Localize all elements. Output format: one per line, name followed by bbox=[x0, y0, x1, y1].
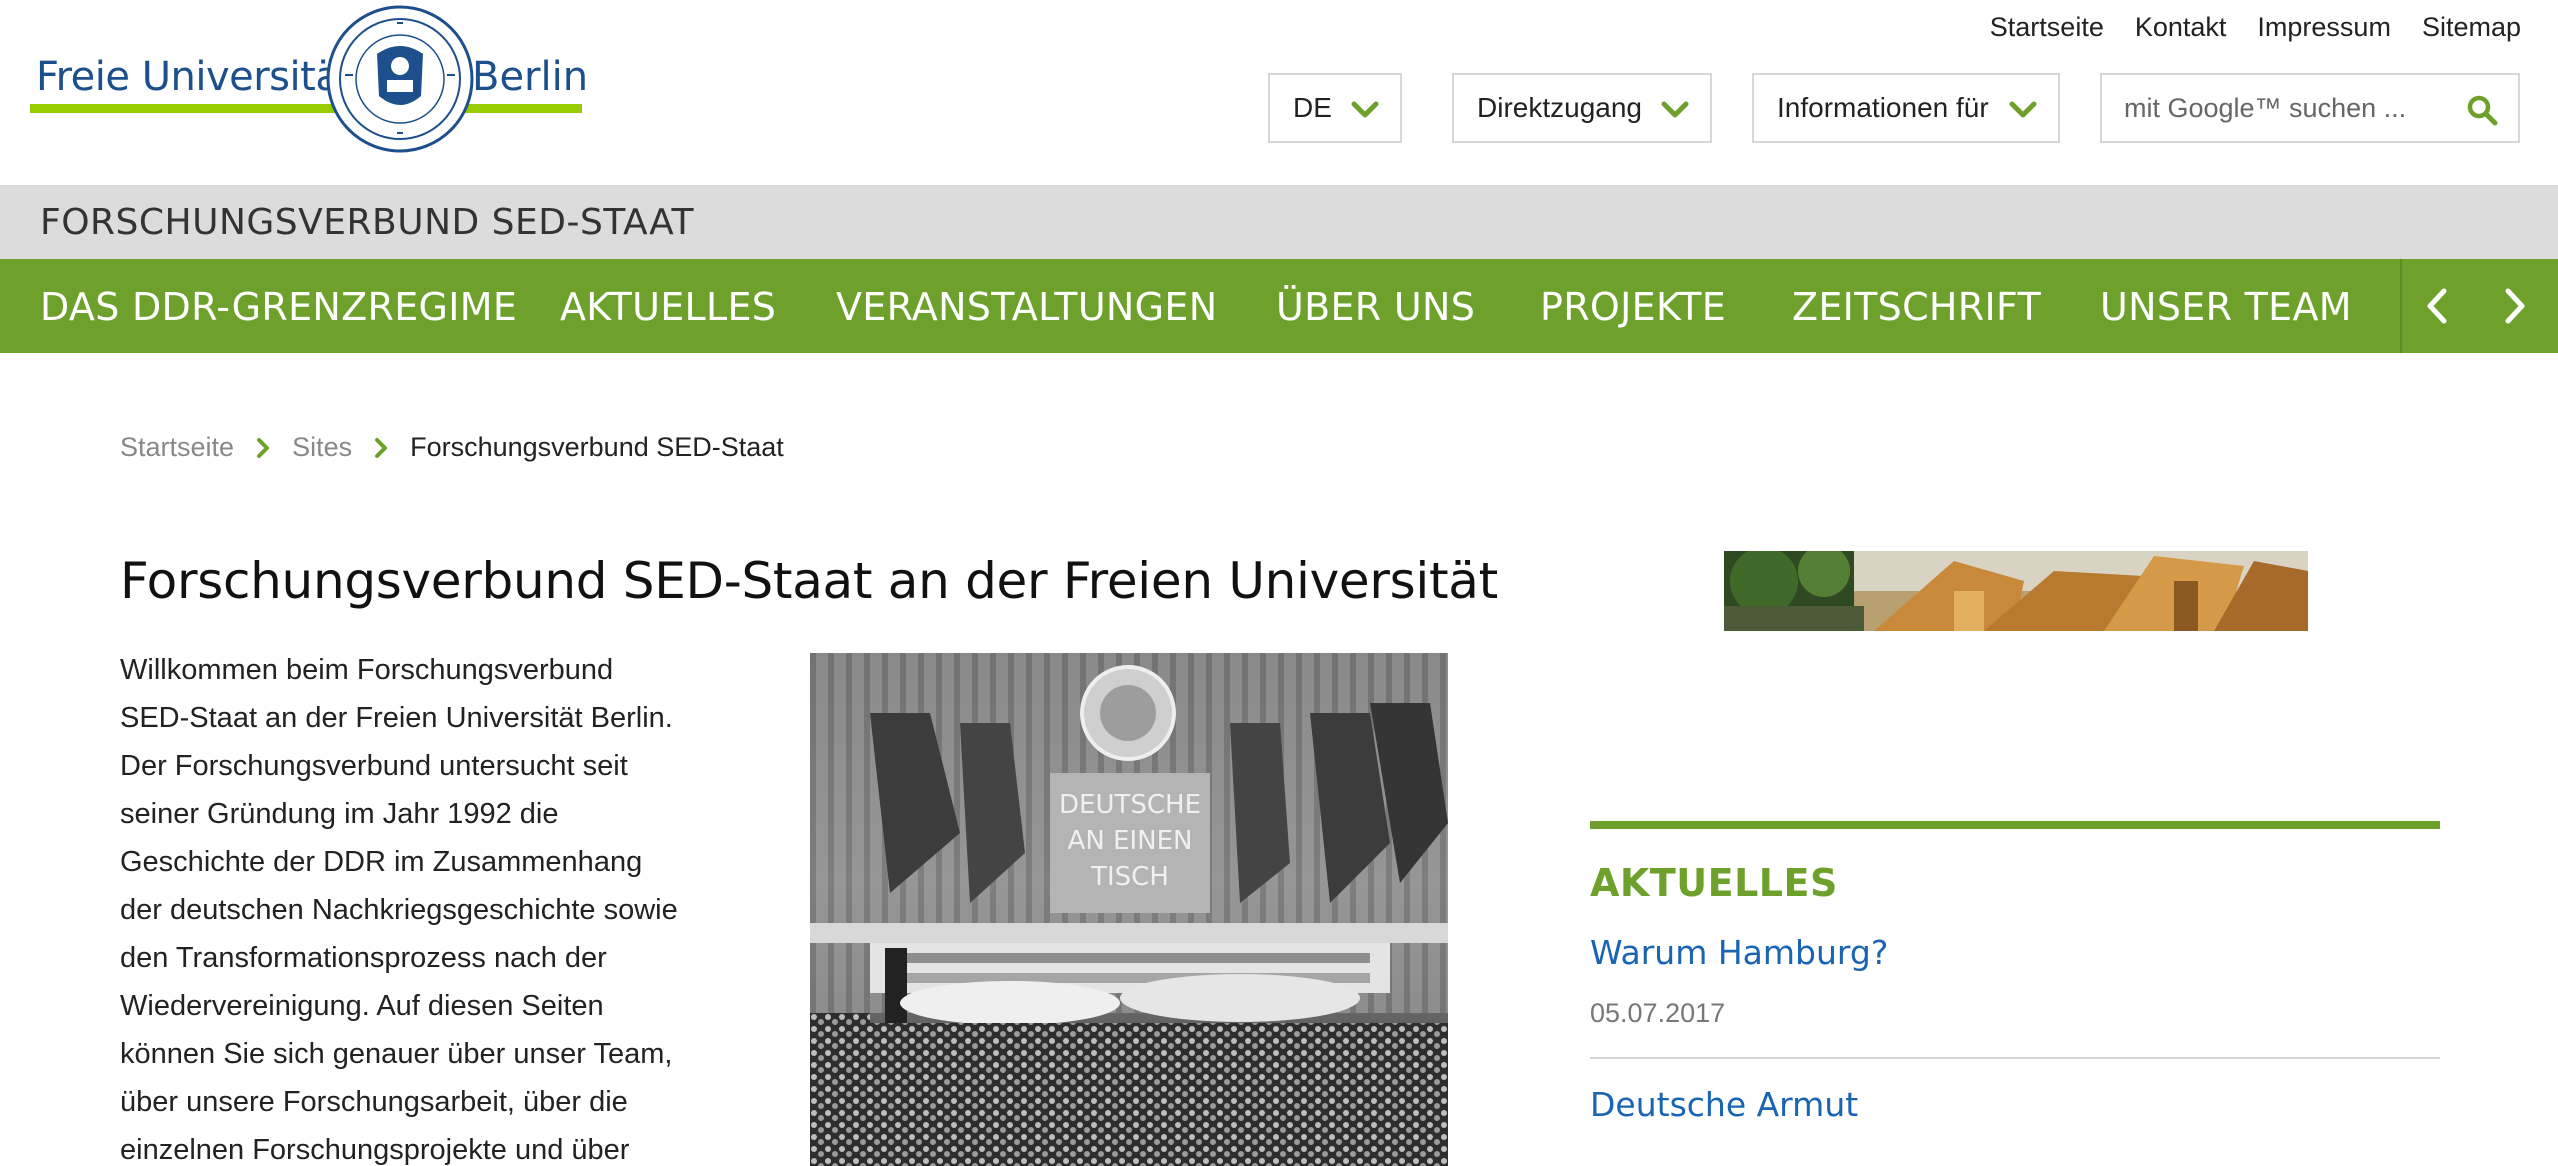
nav-item-veranstaltungen[interactable]: VERANSTALTUNGEN bbox=[836, 285, 1217, 329]
search-icon[interactable] bbox=[2466, 94, 2498, 126]
language-select[interactable]: DE bbox=[1268, 73, 1402, 143]
intro-line: den Transformationsprozess nach der bbox=[120, 942, 607, 974]
breadcrumb-current: Forschungsverbund SED-Staat bbox=[410, 432, 784, 462]
main-navigation: DAS DDR-GRENZREGIME AKTUELLES VERANSTALT… bbox=[0, 259, 2558, 353]
direktzugang-select[interactable]: Direktzugang bbox=[1452, 73, 1712, 143]
news-divider bbox=[1590, 1057, 2440, 1059]
news-item-title[interactable]: Warum Hamburg? bbox=[1590, 933, 2440, 972]
intro-line: Wiedervereinigung. Auf diesen Seiten bbox=[120, 990, 604, 1022]
logo-text-right: Berlin bbox=[472, 54, 589, 100]
news-item-date: 05.07.2017 bbox=[1590, 998, 1726, 1028]
intro-line: Willkommen beim Forschungsverbund bbox=[120, 654, 614, 686]
nav-item-ueber-uns[interactable]: ÜBER UNS bbox=[1276, 285, 1475, 329]
intro-line: können Sie sich genauer über unser Team, bbox=[120, 1038, 673, 1070]
nav-item-projekte[interactable]: PROJEKTE bbox=[1540, 285, 1726, 329]
nav-item-aktuelles[interactable]: AKTUELLES bbox=[560, 285, 776, 329]
search-placeholder: mit Google™ suchen ... bbox=[2124, 92, 2407, 123]
intro-text: Willkommen beim Forschungsverbund SED-St… bbox=[120, 646, 760, 1166]
intro-line: der deutschen Nachkriegsgeschichte sowie bbox=[120, 894, 678, 926]
chevron-down-icon bbox=[2009, 101, 2037, 118]
intro-line: Geschichte der DDR im Zusammenhang bbox=[120, 846, 643, 878]
intro-line: seiner Gründung im Jahr 1992 die bbox=[120, 798, 559, 830]
direktzugang-label: Direktzugang bbox=[1477, 92, 1642, 123]
news-heading[interactable]: AKTUELLES bbox=[1590, 861, 2440, 905]
university-seal-icon bbox=[326, 5, 474, 153]
chevron-down-icon bbox=[1661, 101, 1689, 118]
service-link-startseite[interactable]: Startseite bbox=[1990, 12, 2104, 43]
breadcrumb-sites[interactable]: Sites bbox=[292, 432, 352, 463]
breadcrumb-startseite[interactable]: Startseite bbox=[120, 432, 234, 463]
intro-line: Der Forschungsverbund untersucht seit bbox=[120, 750, 628, 782]
intro-line: SED-Staat an der Freien Universität Berl… bbox=[120, 702, 673, 734]
chevron-right-icon bbox=[257, 437, 270, 458]
informationen-fuer-select[interactable]: Informationen für bbox=[1752, 73, 2060, 143]
service-navigation: Startseite Kontakt Impressum Sitemap bbox=[1990, 12, 2521, 43]
chevron-right-icon bbox=[375, 437, 388, 458]
banner-line-1: DEUTSCHE bbox=[1059, 790, 1201, 820]
chevron-left-icon[interactable] bbox=[2424, 287, 2450, 325]
service-link-sitemap[interactable]: Sitemap bbox=[2422, 12, 2521, 43]
intro-line: einzelnen Forschungsprojekte und über bbox=[120, 1134, 630, 1166]
congress-hall-photo-graphic: DEUTSCHE AN EINEN TISCH bbox=[810, 653, 1448, 1166]
news-box-top-rule bbox=[1590, 821, 2440, 829]
nav-scroll-controls bbox=[2400, 259, 2558, 353]
sculpture-banner-graphic bbox=[1724, 551, 2308, 631]
service-link-impressum[interactable]: Impressum bbox=[2257, 12, 2391, 43]
nav-item-ddr-grenzregime[interactable]: DAS DDR-GRENZREGIME bbox=[40, 285, 517, 329]
service-link-kontakt[interactable]: Kontakt bbox=[2135, 12, 2227, 43]
chevron-right-icon[interactable] bbox=[2502, 287, 2528, 325]
logo-green-bar bbox=[30, 104, 582, 113]
site-title[interactable]: FORSCHUNGSVERBUND SED-STAAT bbox=[40, 202, 694, 243]
sculpture-banner-image bbox=[1724, 551, 2308, 631]
breadcrumb: Startseite Sites Forschungsverbund SED-S… bbox=[120, 432, 784, 463]
site-title-bar: FORSCHUNGSVERBUND SED-STAAT bbox=[0, 185, 2558, 259]
intro-line: über unsere Forschungsarbeit, über die bbox=[120, 1086, 628, 1118]
informationen-fuer-label: Informationen für bbox=[1777, 92, 1989, 123]
news-item-title[interactable]: Deutsche Armut bbox=[1590, 1085, 2440, 1124]
nav-item-zeitschrift[interactable]: ZEITSCHRIFT bbox=[1792, 285, 2041, 329]
fu-berlin-logo[interactable]: Freie Universität Berlin bbox=[30, 4, 588, 154]
banner-line-2: AN EINEN bbox=[1068, 826, 1193, 856]
page-title: Forschungsverbund SED-Staat an der Freie… bbox=[120, 552, 1498, 610]
congress-hall-photo: DEUTSCHE AN EINEN TISCH bbox=[810, 653, 1448, 1166]
news-box: AKTUELLES Warum Hamburg? 05.07.2017 Deut… bbox=[1590, 821, 2440, 1124]
search-input[interactable]: mit Google™ suchen ... bbox=[2100, 73, 2520, 143]
logo-text-left: Freie Universität bbox=[36, 54, 355, 100]
language-select-label: DE bbox=[1293, 92, 1332, 123]
nav-item-unser-team[interactable]: UNSER TEAM bbox=[2100, 285, 2352, 329]
banner-line-3: TISCH bbox=[1090, 862, 1169, 892]
chevron-down-icon bbox=[1351, 101, 1379, 118]
